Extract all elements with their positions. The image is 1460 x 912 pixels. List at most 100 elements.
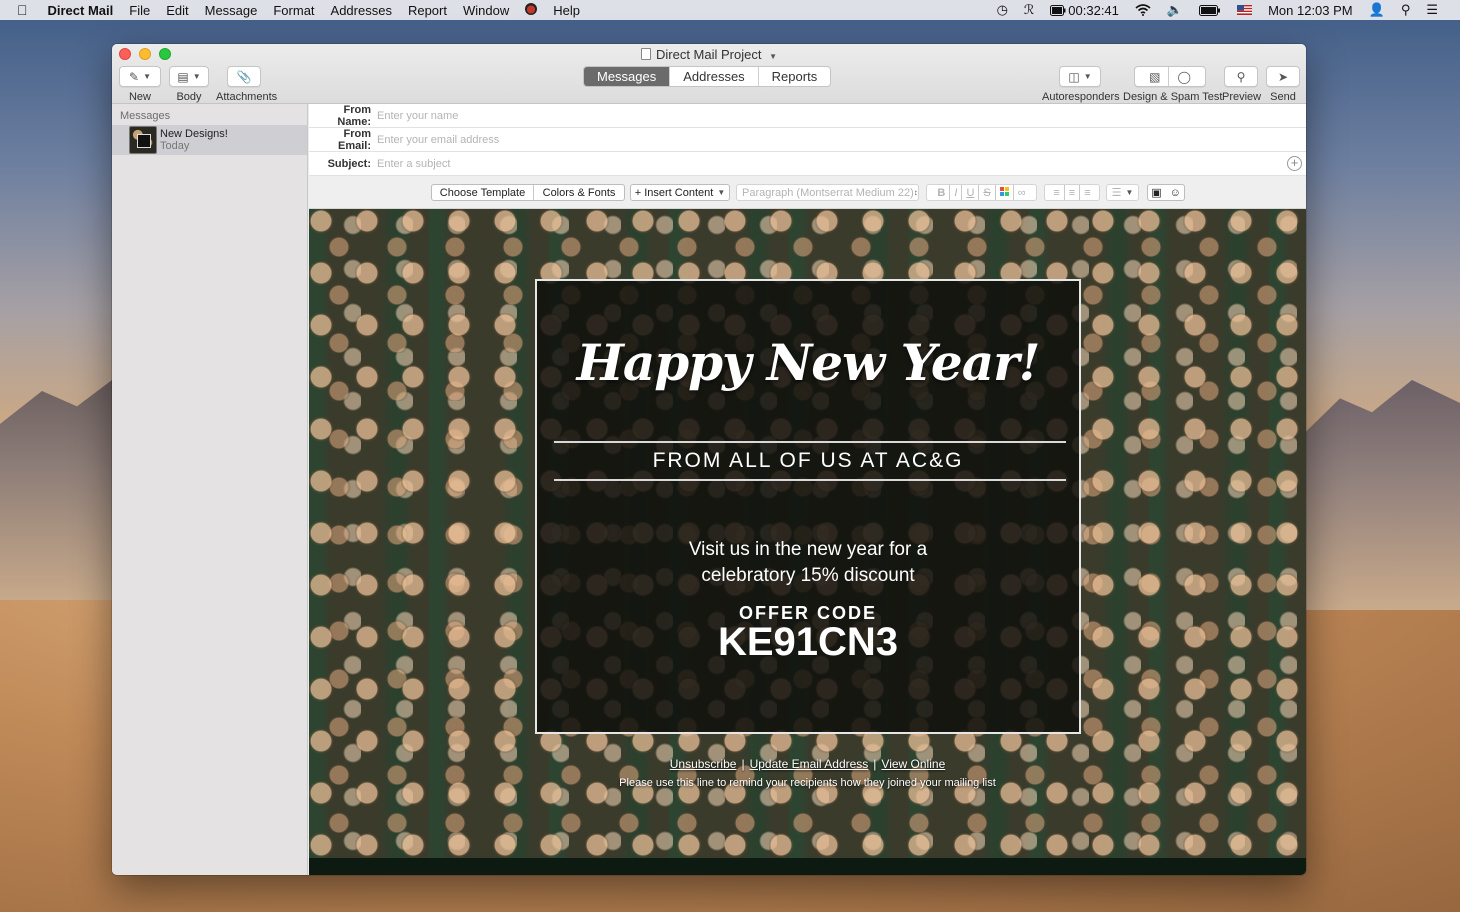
message-editor: From Name: Enter your name From Email: E… — [309, 104, 1306, 875]
unsubscribe-link[interactable]: Unsubscribe — [670, 757, 737, 771]
message-thumbnail — [129, 126, 157, 154]
view-online-link[interactable]: View Online — [881, 757, 945, 771]
menu-format[interactable]: Format — [265, 3, 322, 18]
preview-icon: ⚲ — [1236, 69, 1246, 84]
divider-bottom — [554, 479, 1066, 481]
format-bar: Choose Template Colors & Fonts + Insert … — [309, 176, 1306, 209]
autoresponders-label: Autoresponders — [1042, 91, 1120, 103]
bluetooth-icon[interactable]: ℛ — [1016, 2, 1042, 18]
camera-icon[interactable]: ▣ — [1147, 186, 1165, 199]
align-right-icon[interactable]: ≡ — [1080, 187, 1094, 199]
attachments-button[interactable]: 📎 — [227, 66, 261, 87]
insert-content-button[interactable]: + Insert Content ▼ — [630, 184, 730, 201]
wifi-icon[interactable] — [1127, 4, 1159, 16]
user-icon[interactable]: 👤 — [1361, 2, 1393, 18]
battery-charge-icon[interactable] — [1191, 4, 1229, 16]
strikethrough-button[interactable]: S — [979, 187, 994, 199]
chevron-down-icon[interactable]: ▼ — [143, 72, 151, 81]
color-palette-icon[interactable] — [996, 186, 1013, 199]
divider-top — [554, 441, 1066, 443]
window-title[interactable]: Direct Mail Project ▼ — [112, 47, 1306, 62]
preview-button[interactable]: ⚲ — [1224, 66, 1258, 87]
subject-field[interactable]: Enter a subject — [377, 158, 450, 170]
menu-app-name[interactable]: Direct Mail — [40, 3, 122, 18]
menu-window[interactable]: Window — [455, 3, 517, 18]
clock[interactable]: Mon 12:03 PM — [1260, 3, 1361, 18]
insert-content-label: + Insert Content — [634, 186, 714, 199]
tab-reports[interactable]: Reports — [757, 67, 831, 86]
attachments-group: 📎 Attachments — [216, 66, 277, 103]
message-date: Today — [160, 140, 190, 152]
list-style-button[interactable]: ☰ ▼ — [1106, 184, 1139, 201]
media-group: ▣ ☺ — [1147, 184, 1185, 201]
menu-message[interactable]: Message — [197, 3, 266, 18]
flag-us-icon[interactable] — [1229, 5, 1260, 15]
menu-help[interactable]: Help — [545, 3, 588, 18]
offer-code-value[interactable]: KE91CN3 — [537, 620, 1079, 665]
title-bar: Direct Mail Project ▼ ✎ ▼ New ▤ ▼ Body 📎 A… — [112, 44, 1306, 104]
design-spam-button[interactable]: ▧ ◯ — [1134, 66, 1206, 87]
link-separator: | — [873, 757, 877, 771]
body-label: Body — [176, 91, 202, 103]
link-icon[interactable]: ∞ — [1014, 187, 1030, 199]
chevron-down-icon[interactable]: ▼ — [193, 72, 201, 81]
from-name-row: From Name: Enter your name — [309, 104, 1306, 128]
body-button[interactable]: ▤ ▼ — [169, 66, 209, 87]
list-icon: ☰ — [1111, 187, 1122, 199]
email-preview-canvas[interactable]: Happy New Year! FROM ALL OF US AT AC&G V… — [309, 209, 1306, 875]
email-body-text[interactable]: Visit us in the new year for a celebrato… — [537, 537, 1079, 589]
menu-edit[interactable]: Edit — [158, 3, 196, 18]
volume-icon[interactable]: 🔈 — [1159, 2, 1191, 18]
apple-menu-icon[interactable]:  — [0, 2, 40, 18]
chevron-down-icon: ▼ — [1125, 188, 1134, 197]
colors-fonts-button[interactable]: Colors & Fonts — [534, 187, 624, 199]
choose-template-button[interactable]: Choose Template — [432, 187, 533, 199]
autoresponders-button[interactable]: ◫ ▼ — [1059, 66, 1101, 87]
send-label: Send — [1270, 91, 1296, 103]
send-button[interactable]: ➤ — [1266, 66, 1300, 87]
list-item[interactable]: New Designs! Today — [112, 125, 307, 155]
emoji-icon[interactable]: ☺ — [1166, 187, 1185, 199]
email-headline[interactable]: Happy New Year! — [537, 333, 1079, 392]
template-fonts-control: Choose Template Colors & Fonts — [431, 184, 625, 201]
message-title: New Designs! — [160, 128, 228, 140]
spotlight-search-icon[interactable]: ⚲ — [1393, 2, 1419, 18]
menu-file[interactable]: File — [121, 3, 158, 18]
battery-time-text: 00:32:41 — [1068, 2, 1119, 18]
menu-report[interactable]: Report — [400, 3, 455, 18]
paper-plane-icon: ➤ — [1277, 69, 1289, 84]
battery-time[interactable]: 00:32:41 — [1042, 3, 1127, 18]
chevron-down-icon[interactable]: ▼ — [1084, 72, 1092, 81]
align-left-icon[interactable]: ≡ — [1049, 187, 1063, 199]
from-name-field[interactable]: Enter your name — [377, 110, 458, 122]
autoresponder-icon: ◫ — [1068, 69, 1080, 84]
from-email-field[interactable]: Enter your email address — [377, 134, 499, 146]
bold-button[interactable]: B — [933, 187, 949, 199]
italic-button[interactable]: I — [950, 187, 961, 199]
notification-center-icon[interactable]: ☰ — [1418, 2, 1446, 18]
messages-sidebar: Messages New Designs! Today — [112, 104, 308, 875]
mailing-list-reminder[interactable]: Please use this line to remind your reci… — [309, 777, 1306, 789]
add-field-icon[interactable]: + — [1287, 156, 1302, 171]
align-center-icon[interactable]: ≡ — [1065, 187, 1079, 199]
update-email-link[interactable]: Update Email Address — [750, 757, 869, 771]
tab-addresses[interactable]: Addresses — [669, 67, 757, 86]
chevron-updown-icon: ↕ — [913, 188, 918, 197]
tab-messages[interactable]: Messages — [584, 67, 670, 86]
time-machine-icon[interactable]: ◷ — [989, 2, 1016, 18]
email-card[interactable]: Happy New Year! FROM ALL OF US AT AC&G V… — [535, 279, 1081, 734]
visit-line-1: Visit us in the new year for a — [688, 539, 928, 560]
spam-test-icon: ◯ — [1177, 69, 1191, 84]
preview-label: Preview — [1222, 91, 1262, 103]
menu-addresses[interactable]: Addresses — [323, 3, 400, 18]
underline-button[interactable]: U — [962, 187, 978, 199]
alignment-group: ≡ ≡ ≡ — [1044, 184, 1100, 201]
email-subtitle[interactable]: FROM ALL OF US AT AC&G — [537, 449, 1079, 473]
subject-label: Subject: — [327, 157, 371, 170]
new-group: ✎ ▼ New — [119, 66, 161, 103]
ladybug-icon[interactable] — [517, 2, 545, 18]
view-tabs: Messages Addresses Reports — [583, 66, 832, 87]
paragraph-style-label: Paragraph (Montserrat Medium 22) — [742, 186, 914, 199]
paragraph-style-select[interactable]: Paragraph (Montserrat Medium 22) ↕ — [736, 184, 919, 201]
new-button[interactable]: ✎ ▼ — [119, 66, 161, 87]
